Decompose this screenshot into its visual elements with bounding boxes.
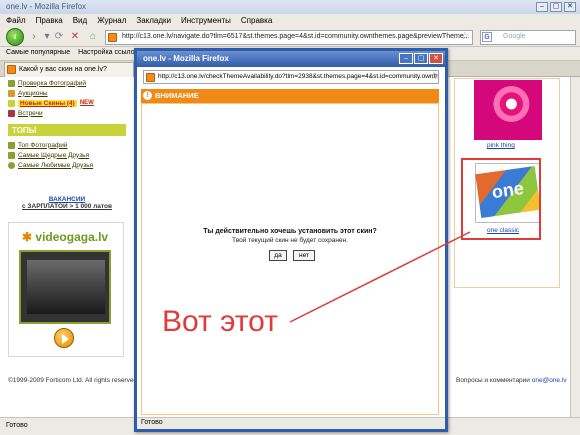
footer-contact-text: Вопросы и комментарии	[456, 377, 532, 384]
maximize-button[interactable]: ▢	[550, 2, 562, 12]
auction-icon	[8, 89, 15, 97]
sidebar-item-label: Самые Щедрые Друзья	[18, 151, 90, 159]
tab-active[interactable]: Какой у вас скин на one.lv?	[4, 62, 134, 77]
search-placeholder: Google	[503, 33, 526, 40]
vacancies-text: с ЗАРПЛАТОЙ > 1 000 латов	[22, 203, 112, 210]
window-controls: – ▢ ✕	[536, 2, 576, 12]
play-button-icon[interactable]	[54, 328, 74, 348]
photo-check-icon	[8, 79, 15, 87]
sidebar-item-label: Встречи	[18, 109, 43, 117]
site-favicon-icon	[108, 33, 117, 42]
video-frame	[27, 260, 105, 314]
search-input[interactable]: Google	[480, 30, 576, 45]
theme-pink-thumbnail[interactable]	[474, 80, 542, 140]
sidebar-item-loved-friends[interactable]: Самые Любимые Друзья	[8, 160, 126, 170]
sidebar-item-label: Аукционы	[18, 89, 48, 97]
vacancies-banner[interactable]: ВАКАНСИИ с ЗАРПЛАТОЙ > 1 000 латов	[8, 196, 126, 210]
warning-icon: !	[143, 91, 152, 100]
popup-url-text: http://c13.one.lv/checkThemeAvailability…	[158, 73, 439, 80]
tab-label: Какой у вас скин на one.lv?	[19, 66, 107, 73]
menu-tools[interactable]: Инструменты	[181, 16, 231, 25]
vacancies-title: ВАКАНСИИ	[48, 196, 86, 203]
menu-file[interactable]: Файл	[6, 16, 26, 25]
stop-icon[interactable]: ✕	[68, 30, 82, 44]
sidebar-item-top-photos[interactable]: Топ Фотографий	[8, 140, 126, 150]
videogaga-logo: ✱ videogaga.lv	[22, 230, 108, 244]
popup-maximize-button[interactable]: ▢	[414, 53, 428, 64]
popup-status-text: Готово	[141, 419, 163, 426]
meetings-icon	[8, 109, 15, 117]
url-text: http://c13.one.lv/navigate.do?tlm=6517&s…	[122, 33, 470, 40]
browser-title: one.lv - Mozilla Firefox	[6, 2, 87, 11]
popup-window: one.lv - Mozilla Firefox – ▢ ✕ http://c1…	[134, 48, 448, 432]
menu-history[interactable]: Журнал	[97, 16, 126, 25]
forward-arrow-icon[interactable]: ›	[27, 30, 41, 44]
menu-view[interactable]: Вид	[73, 16, 87, 25]
sidebar-item-label: Новые Скины (4)	[18, 99, 77, 107]
popup-status-bar: Готово	[137, 417, 445, 429]
top-photos-icon	[8, 141, 15, 149]
yes-button[interactable]: да	[269, 250, 287, 261]
no-button[interactable]: нет	[293, 250, 315, 261]
footer-contact: Вопросы и комментарии one@one.lv	[456, 377, 567, 384]
sidebar-item-auctions[interactable]: Аукционы	[8, 88, 126, 98]
minimize-button[interactable]: –	[536, 2, 548, 12]
browser-title-bar: one.lv - Mozilla Firefox	[0, 0, 580, 14]
sidebar-item-new-skins[interactable]: Новые Скины (4) NEW	[8, 98, 126, 108]
menu-help[interactable]: Справка	[241, 16, 272, 25]
popup-bookmark-star-icon[interactable]: ☆	[427, 70, 441, 84]
popup-title: one.lv - Mozilla Firefox	[143, 54, 229, 63]
browser-status-text: Готово	[6, 422, 28, 429]
new-badge: NEW	[79, 100, 94, 106]
videogaga-figure-icon: ✱	[22, 230, 33, 244]
google-icon[interactable]: G	[482, 32, 492, 42]
tops-header-label: ТОПЫ	[12, 126, 37, 135]
menu-bar: Файл Правка Вид Журнал Закладки Инструме…	[0, 14, 580, 27]
videogaga-label: videogaga.lv	[35, 230, 109, 244]
sidebar-item-meetings[interactable]: Встречи	[8, 108, 126, 118]
sidebar-item-label: Самые Любимые Друзья	[18, 161, 94, 169]
popup-minimize-button[interactable]: –	[399, 53, 413, 64]
bookmark-most-visited[interactable]: Самые популярные	[6, 49, 70, 58]
popup-window-controls: – ▢ ✕	[399, 53, 443, 64]
bookmark-star-icon[interactable]: ☆	[458, 30, 472, 44]
footer-copyright: ©1999-2009 Forticom Ltd. All rights rese…	[8, 377, 139, 384]
popup-close-button[interactable]: ✕	[429, 53, 443, 64]
page-scrollbar[interactable]	[570, 77, 580, 417]
warning-header-label: ВНИМАНИЕ	[155, 91, 199, 100]
tab-favicon-icon	[7, 65, 16, 74]
back-arrow-icon[interactable]: ‹	[6, 28, 24, 46]
sidebar-item-label: Топ Фотографий	[18, 141, 68, 149]
annotation-text: Вот этот	[162, 305, 278, 338]
address-bar[interactable]: http://c13.one.lv/navigate.do?tlm=6517&s…	[105, 30, 473, 45]
popup-favicon-icon	[146, 73, 155, 82]
sidebar-item-label: Проверка Фотографий	[18, 79, 87, 87]
popup-address-bar[interactable]: http://c13.one.lv/checkThemeAvailability…	[143, 70, 439, 84]
confirm-question: Ты действительно хочешь установить этот …	[203, 228, 377, 235]
confirm-subtext: Твой текущий скин не будет сохранен.	[232, 237, 348, 244]
menu-edit[interactable]: Правка	[36, 16, 63, 25]
heart-icon	[8, 161, 15, 169]
warning-header: ВНИМАНИЕ	[141, 89, 439, 103]
annotation-highlight-box	[461, 158, 541, 240]
footer-email-link[interactable]: one@one.lv	[532, 377, 567, 384]
generous-friends-icon	[8, 151, 15, 159]
sidebar-item-generous-friends[interactable]: Самые Щедрые Друзья	[8, 150, 126, 160]
home-icon[interactable]: ⌂	[86, 30, 100, 44]
reload-icon[interactable]: ⟳	[52, 30, 66, 44]
left-sidebar: Проверка Фотографий Аукционы Новые Скины…	[8, 78, 126, 170]
menu-bookmarks[interactable]: Закладки	[136, 16, 171, 25]
theme-pink-link[interactable]: pink thing	[487, 142, 515, 149]
bookmark-customize-links[interactable]: Настройка ссылок	[78, 49, 138, 58]
skin-icon	[8, 99, 15, 107]
sidebar-item-photo-check[interactable]: Проверка Фотографий	[8, 78, 126, 88]
videogaga-video-thumbnail[interactable]	[19, 250, 111, 324]
tops-header: ТОПЫ	[8, 124, 126, 136]
warning-frame	[141, 103, 439, 415]
close-button[interactable]: ✕	[564, 2, 576, 12]
